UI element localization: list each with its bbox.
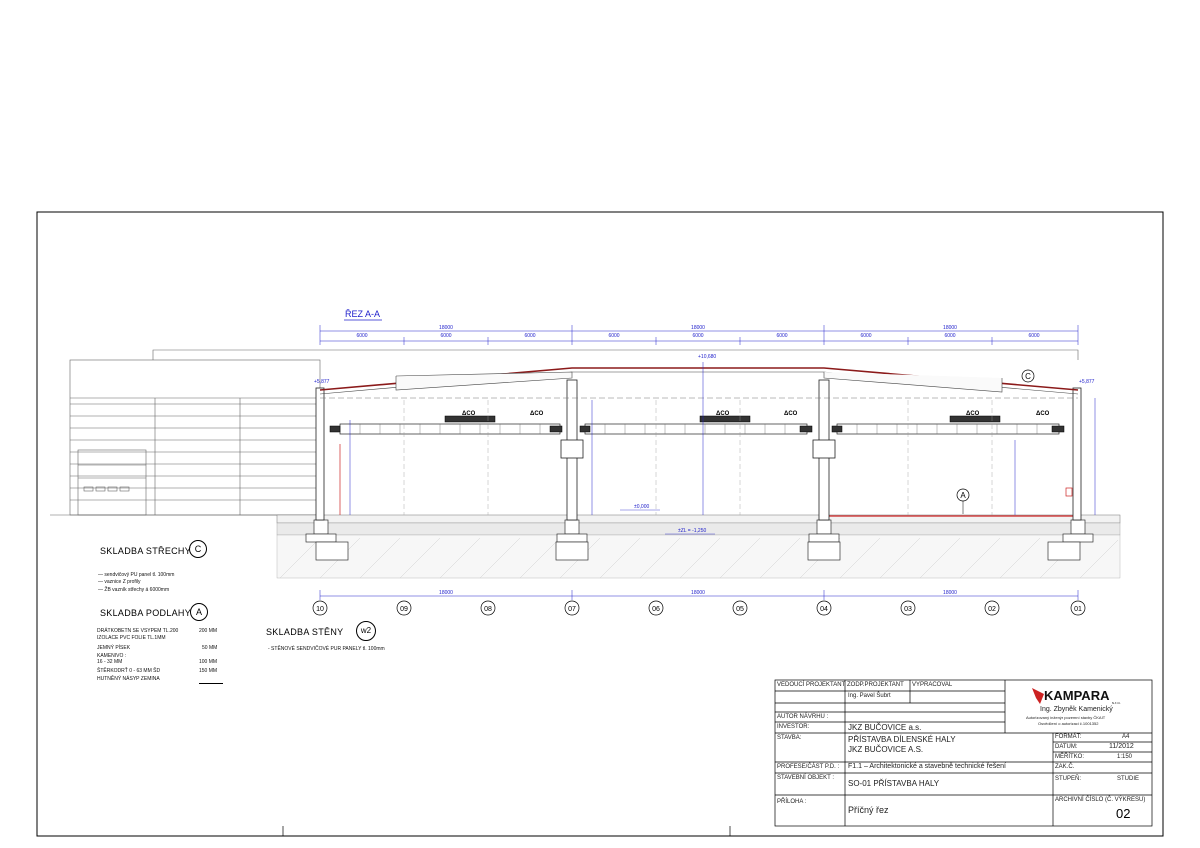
format-label: FORMÁT: [1055,734,1082,740]
roof-layer: — ŽB vazník střechy á 6000mm [98,587,170,593]
dim-top-part: 6000 [440,333,451,339]
roof-layer: — vaznice Z profily [98,579,141,585]
axis-label: 05 [736,606,744,613]
floor-underline [199,683,223,684]
floor-layer-value: 200 MM [199,628,218,634]
crane-label: ΔCO [462,411,476,417]
scale-value: 1:150 [1117,754,1133,760]
investor-label: INVESTOR: [777,724,810,730]
wall-composition-marker: w2 [356,621,376,641]
dim-top-total: 18000 [691,325,705,331]
roof-composition-marker: C [189,540,207,558]
axis-label: 10 [316,606,324,613]
stage-label: STUPEŇ: [1055,776,1082,782]
crane-label: ΔCO [530,411,544,417]
engineer-line: Autorizovaný inženýr pozemní stavby ČKAI… [1026,715,1106,720]
dim-bottom: 18000 [691,590,705,596]
axis-label: 03 [904,606,912,613]
dim-top-total: 18000 [439,325,453,331]
drawing-number-value: 02 [1116,806,1131,821]
axis-label: 01 [1074,606,1082,613]
dim-top-part: 6000 [692,333,703,339]
profession-value: F1.1 – Architektonické a stavebně techni… [848,763,1006,770]
floor-layer-label: JEMNÝ PÍSEK [97,645,131,651]
section-title: ŘEZ A-A [345,309,380,319]
floor-layer-label: DRÁTKOBETN SE VSYPEM TL.200 [97,628,179,634]
wall-layer: - STĚNOVÉ SENDVIČOVÉ PUR PANELY tl. 100m… [268,646,385,652]
scale-label: MĚŘÍTKO: [1055,754,1085,760]
roof-composition-heading: SKLADBA STŘECHY [100,546,192,556]
floor-layer-label: ŠTĚRKODRŤ 0 - 63 MM ŠD [97,668,161,674]
floor-layer-value: 150 MM [199,668,218,674]
dim-top-part: 6000 [524,333,535,339]
dim-top-total: 18000 [943,325,957,331]
engineer-name: Ing. Zbyněk Kamenický [1040,706,1113,713]
floor-layer-label: IZOLACE PVC FOLIE TL.1MM [97,635,166,641]
level-floor: ±0,000 [634,504,649,510]
building-value: PŘÍSTAVBA DÍLENSKÉ HALY [848,735,956,744]
date-value: 11/2012 [1109,743,1134,750]
dim-top-part: 6000 [860,333,871,339]
hall-section: ΔCO ΔCO ΔCO ΔCO ΔCO ΔCO [315,362,1096,521]
responsible-label: ZODP.PROJEKTANT [847,682,904,688]
job-label: ZAK.Č. [1055,764,1075,770]
axis-label: 06 [652,606,660,613]
crane-label: ΔCO [716,411,730,417]
drawing-sheet: ŘEZ A-A 18000 18000 18000 6000 6000 6000… [36,211,1164,837]
axis-label: 09 [400,606,408,613]
building-label: STAVBA: [777,735,802,741]
level-eave-right: +5,877 [1079,379,1095,385]
dim-bottom: 18000 [439,590,453,596]
axis-label: 04 [820,606,828,613]
axis-label: 02 [988,606,996,613]
dim-top-part: 6000 [1028,333,1039,339]
engineer-line: Osvědčení o autorizaci č.1001352 [1038,721,1099,726]
lead-designer-label: VEDOUCÍ PROJEKTANT [777,682,846,688]
level-subgrade: ±ZL = -1,250 [678,528,706,534]
stage-value: STUDIE [1117,776,1140,782]
responsible-value: Ing. Pavel Šubrt [848,693,891,699]
floor-layer-label: 16 - 32 MM [97,659,123,665]
wall-composition-heading: SKLADBA STĚNY [266,627,344,637]
detail-marker-a-label: A [960,491,966,500]
drawing-number-label: ARCHIVNÍ ČÍSLO (Č. VÝKRESU) [1055,797,1146,803]
floor-layer-value: 100 MM [199,659,218,665]
author-label: AUTOR NÁVRHU : [777,714,829,720]
dim-top-part: 6000 [776,333,787,339]
svg-text:s.r.o.: s.r.o. [1112,700,1121,705]
floor-composition-heading: SKLADBA PODLAHY [100,608,192,618]
company-logo: KAMPARA s.r.o. [1032,688,1121,705]
building-value: JKZ BUČOVICE A.S. [848,745,924,754]
axis-label: 08 [484,606,492,613]
format-value: A4 [1122,734,1130,740]
attachment-value: Příčný řez [848,805,889,815]
ground-section [276,514,1121,579]
floor-layer-label: HUTNĚNÝ NÁSYP ZEMINA [97,676,160,682]
level-ridge: +10,680 [698,354,716,360]
date-label: DATUM: [1055,744,1078,750]
investor-value: JKZ BUČOVICE a.s. [848,723,922,732]
profession-label: PROFESE/ČÁST P.D. : [777,764,840,770]
floor-composition-marker: A [190,603,208,621]
roof-layer: — sendvičový PU panel tl. 100mm [98,572,175,578]
crane-label: ΔCO [1036,411,1050,417]
svg-text:KAMPARA: KAMPARA [1044,688,1110,703]
floor-layer-value: 50 MM [202,645,218,651]
prepared-label: VYPRACOVAL [912,682,953,688]
object-value: SO-01 PŘÍSTAVBA HALY [848,779,940,788]
object-label: STAVEBNÍ OBJEKT : [777,775,835,781]
crane-label: ΔCO [784,411,798,417]
axis-label: 07 [568,606,576,613]
crane-label: ΔCO [966,411,980,417]
dim-top-part: 6000 [944,333,955,339]
detail-marker-c-label: C [1025,372,1031,381]
level-eave-left: +5,877 [314,379,330,385]
dim-top-part: 6000 [356,333,367,339]
dim-top-part: 6000 [608,333,619,339]
attachment-label: PŘÍLOHA : [777,799,807,805]
dim-bottom: 18000 [943,590,957,596]
